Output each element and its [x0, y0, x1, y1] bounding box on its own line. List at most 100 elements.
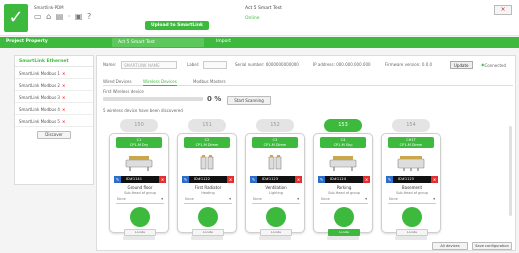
sidebar-item-modbus-5[interactable]: SmartLink Modbus 5 × — [15, 115, 93, 127]
tab-wireless-devices[interactable]: Wireless Devices — [143, 78, 177, 86]
scrollbar[interactable] — [509, 126, 512, 216]
remove-icon[interactable]: × — [62, 119, 65, 124]
edit-icon[interactable]: ✎ — [386, 176, 393, 183]
card-role: Sub-Head of group — [124, 191, 156, 195]
card-footer — [191, 236, 223, 240]
edit-icon[interactable]: ✎ — [114, 176, 121, 183]
remove-icon[interactable]: × — [62, 107, 65, 112]
sidebar-item-modbus-3[interactable]: SmartLink Modbus 3 × — [15, 91, 93, 103]
delete-icon[interactable]: × — [431, 176, 438, 183]
name-field[interactable]: SMARTLINK NAME — [121, 61, 177, 69]
status-text: Online — [245, 16, 260, 21]
status-dot-icon — [198, 207, 218, 227]
card-number[interactable]: 153 — [324, 119, 362, 132]
card-header: C1 CP1-M Dry — [116, 137, 162, 148]
tab-project-property[interactable]: Project Property — [6, 39, 48, 44]
status-dot-icon — [402, 207, 422, 227]
toolbar-icons[interactable]: ▭ ⌂ ▤ · ▣ ? — [34, 12, 92, 21]
card-number[interactable]: 152 — [256, 119, 294, 132]
card-select[interactable]: None ▾ — [252, 197, 300, 204]
tab-device[interactable]: Act 5 Smart Test — [112, 38, 204, 47]
locate-button[interactable]: Locate — [328, 229, 360, 236]
sidebar-item-label: SmartLink Modbus 5 — [19, 119, 60, 124]
status-dot-icon — [334, 207, 354, 227]
sidebar-item-ethernet[interactable]: SmartLink Ethernet — [15, 56, 93, 67]
status-dot-icon — [266, 207, 286, 227]
card-footer — [327, 236, 359, 240]
sidebar-item-label: SmartLink Modbus 3 — [19, 95, 60, 100]
navigation-bar: Project Property Act 5 Smart Test Import — [0, 37, 519, 48]
card-id-bar: ✎ ID#1125 × — [386, 176, 438, 183]
sidebar-item-modbus-2[interactable]: SmartLink Modbus 2 × — [15, 79, 93, 91]
card-select[interactable]: None ▾ — [320, 197, 368, 204]
edit-icon[interactable]: ✎ — [250, 176, 257, 183]
card-select-value: None — [185, 197, 194, 201]
chevron-down-icon: ▾ — [161, 197, 163, 201]
label-label: Label: — [187, 62, 200, 67]
scan-percent: 0 % — [207, 95, 222, 103]
locate-button[interactable]: Locate — [124, 229, 156, 236]
device-title: Act 5 Smart Test — [245, 6, 282, 11]
card-number[interactable]: 151 — [188, 119, 226, 132]
device-card[interactable]: 150 C1 CP1-M Dry ✎ ID#1141 × Ground floor S… — [109, 119, 169, 241]
card-select-value: None — [253, 197, 262, 201]
main-panel: Name: SMARTLINK NAME Label: Serial numbe… — [96, 55, 516, 251]
card-type: CP1-M Dry — [129, 143, 149, 147]
upload-to-smartlink-button[interactable]: Upload to SmartLink — [145, 21, 209, 30]
tab-modbus-masters[interactable]: Modbus Masters — [193, 78, 226, 85]
label-field[interactable] — [203, 61, 227, 69]
card-type: CP1-M Dimm — [263, 143, 287, 147]
discover-button[interactable]: Discover — [37, 131, 71, 139]
delete-icon[interactable]: × — [363, 176, 370, 183]
remove-icon[interactable]: × — [62, 83, 65, 88]
locate-button[interactable]: Locate — [192, 229, 224, 236]
device-card[interactable]: 151 C2 CP1-M Dimm ✎ ID#1122 × First Radiato… — [177, 119, 237, 241]
card-header: C2 CP1-M Dimm — [184, 137, 230, 148]
card-body: C3 CP1-M Dimm ✎ ID#1123 × Ventilation Light… — [245, 133, 305, 236]
tab-import[interactable]: Import — [216, 39, 231, 44]
close-window-button[interactable]: × — [494, 5, 512, 15]
edit-icon[interactable]: ✎ — [182, 176, 189, 183]
update-button[interactable]: Update — [450, 61, 473, 69]
card-body: C2 CP1-M Dimm ✎ ID#1122 × First Radiator He… — [177, 133, 237, 236]
device-card[interactable]: 152 C3 CP1-M Dimm ✎ ID#1123 × Ventilation L… — [245, 119, 305, 241]
card-id-bar: ✎ ID#1122 × — [182, 176, 234, 183]
firmware-version: Firmware version: 0.0.0 — [385, 62, 433, 67]
save-configuration-button[interactable]: Save configuration — [472, 242, 512, 250]
chevron-down-icon: ▾ — [433, 197, 435, 201]
locate-button[interactable]: Locate — [396, 229, 428, 236]
device-card[interactable]: 154 CH1T CP1-M Dimm ✎ ID#1125 × Basement Su… — [381, 119, 441, 241]
card-select[interactable]: None ▾ — [184, 197, 232, 204]
sidebar-item-modbus-1[interactable]: SmartLink Modbus 1 × — [15, 67, 93, 79]
card-header: C3 CP1-M Dimm — [252, 137, 298, 148]
delete-icon[interactable]: × — [227, 176, 234, 183]
card-id: ID#1141 — [126, 177, 142, 181]
remove-icon[interactable]: × — [62, 95, 65, 100]
card-select[interactable]: None ▾ — [116, 197, 164, 204]
chevron-down-icon: ▾ — [365, 197, 367, 201]
device-card-selected[interactable]: 153 C4 CP1-M Shp ✎ ID#1124 × Parking Sub-He… — [313, 119, 373, 241]
tab-wired-devices[interactable]: Wired Devices — [103, 78, 132, 85]
card-footer — [259, 236, 291, 240]
all-devices-button[interactable]: All devices — [432, 242, 468, 250]
start-scanning-button[interactable]: Start Scanning — [227, 96, 271, 105]
scan-progress-bar — [103, 97, 203, 101]
card-role: Lighting — [269, 191, 283, 195]
status-dot-icon — [130, 207, 150, 227]
card-body: CH1T CP1-M Dimm ✎ ID#1125 × Basement Sub-He… — [381, 133, 441, 236]
card-select[interactable]: None ▾ — [388, 197, 436, 204]
remove-icon[interactable]: × — [62, 71, 65, 76]
device-image-icon — [329, 156, 357, 171]
card-select-value: None — [117, 197, 126, 201]
card-number[interactable]: 154 — [392, 119, 430, 132]
delete-icon[interactable]: × — [159, 176, 166, 183]
locate-button[interactable]: Locate — [260, 229, 292, 236]
device-image-icon — [125, 156, 153, 171]
edit-icon[interactable]: ✎ — [318, 176, 325, 183]
card-type: CP1-M Shp — [333, 143, 353, 147]
connected-status: ◉ Connected — [481, 62, 507, 68]
device-info: Name: SMARTLINK NAME Label: Serial numbe… — [103, 61, 513, 71]
sidebar-item-modbus-4[interactable]: SmartLink Modbus 4 × — [15, 103, 93, 115]
delete-icon[interactable]: × — [295, 176, 302, 183]
card-number[interactable]: 150 — [120, 119, 158, 132]
